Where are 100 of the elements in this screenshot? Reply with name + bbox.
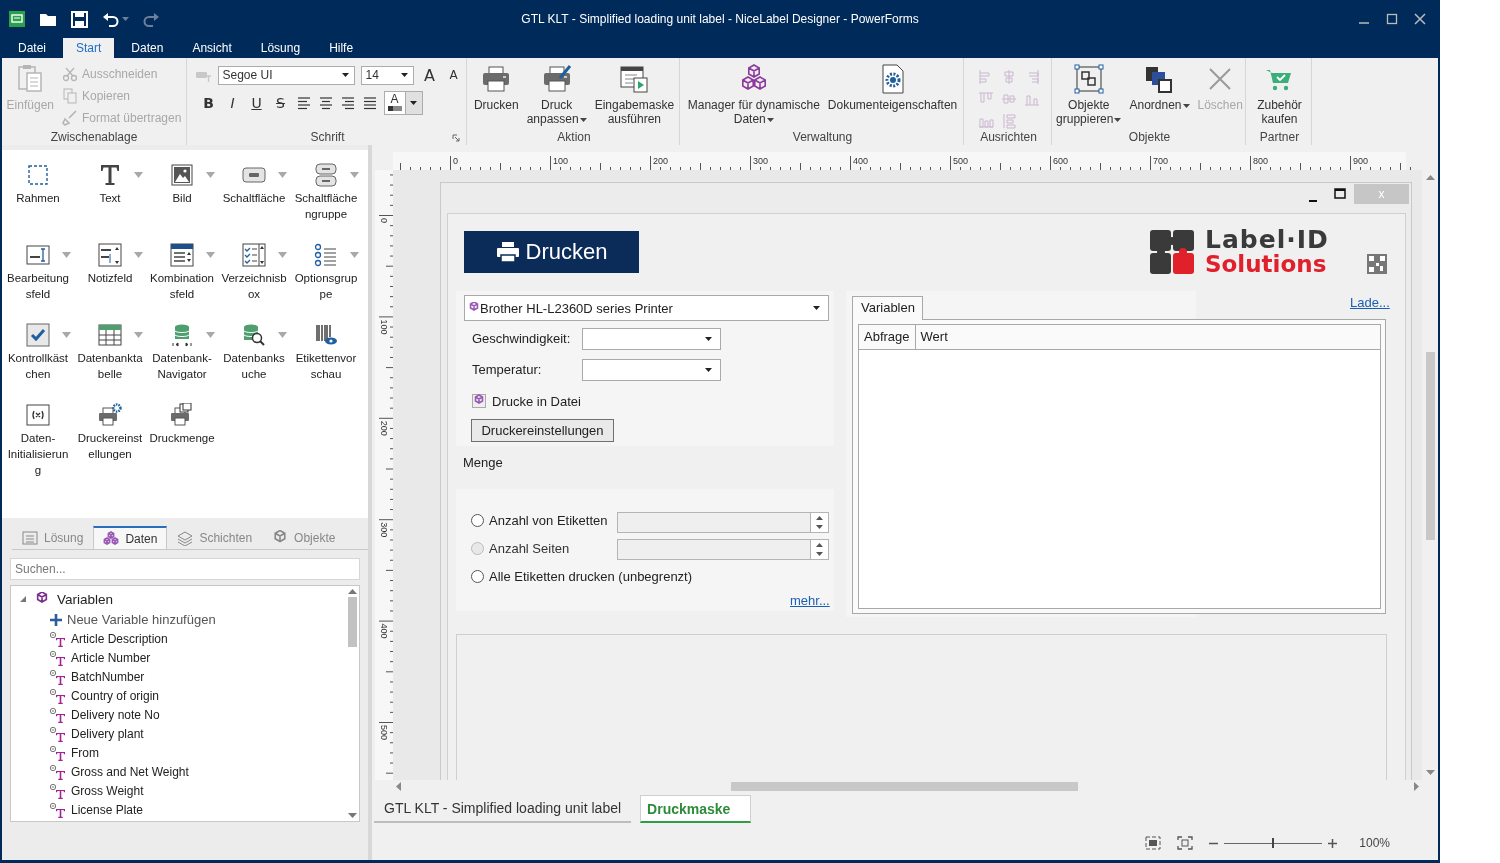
tree-item[interactable]: Article Number: [71, 650, 151, 665]
tree-item[interactable]: Neue Variable hinzufügen: [67, 612, 216, 627]
font-name-field[interactable]: Segoe UI: [217, 65, 355, 85]
load-link[interactable]: Lade...: [1350, 295, 1390, 311]
caret-icon: [206, 172, 215, 178]
tree-item[interactable]: License Plate: [71, 802, 144, 817]
dropdown-field[interactable]: [582, 328, 721, 350]
printer-settings-button[interactable]: Druckereinstellungen: [471, 419, 614, 442]
grow-font-button[interactable]: A: [419, 65, 440, 85]
expander-icon[interactable]: [19, 595, 27, 603]
toolbox-item[interactable]: Datenbanks uche: [218, 320, 290, 382]
tree-item[interactable]: BatchNumber: [71, 669, 145, 684]
toolbox-item[interactable]: Kombination sfeld: [146, 240, 218, 302]
print-button[interactable]: Drucken: [464, 231, 639, 273]
tree-item[interactable]: Gross Weight: [71, 783, 144, 798]
tree-item[interactable]: Delivery plant: [71, 726, 144, 741]
search-field[interactable]: Suchen...: [10, 558, 360, 580]
dialog-launcher-icon[interactable]: [452, 134, 460, 142]
fit-width-icon[interactable]: [1177, 836, 1194, 850]
menu-tab[interactable]: Daten: [119, 38, 176, 58]
toolbox-item[interactable]: Druckmenge: [146, 400, 218, 446]
strikethrough-button[interactable]: S: [271, 95, 290, 111]
toolbox-item[interactable]: Verzeichnisb ox: [218, 240, 290, 302]
align-right-icon[interactable]: [339, 96, 356, 110]
toolbox-item[interactable]: Datenbank- Navigator: [146, 320, 218, 382]
caret-icon: [1114, 117, 1122, 122]
scroll-thumb[interactable]: [347, 597, 357, 647]
text-variable-icon: [49, 801, 67, 818]
tree-item[interactable]: Delivery note No: [71, 707, 160, 722]
barcode-eye-icon: [314, 323, 338, 347]
document-tab[interactable]: Druckmaske: [640, 795, 752, 823]
ruler-label: 400: [853, 156, 869, 166]
arrange-button[interactable]: Anordnen: [1127, 63, 1192, 112]
menu-tab[interactable]: Ansicht: [180, 38, 244, 58]
menu-tab[interactable]: Hilfe: [317, 38, 366, 58]
toolbox-item[interactable]: Bearbeitung sfeld: [2, 240, 74, 302]
group-objects-button[interactable]: Objekte gruppieren: [1054, 63, 1124, 126]
menu-tab[interactable]: Lösung: [248, 38, 313, 58]
tree-item[interactable]: Article Description: [71, 631, 168, 646]
caret-icon: [206, 332, 215, 338]
number-field[interactable]: [617, 512, 829, 533]
document-tab[interactable]: GTL KLT - Simplified loading unit label: [374, 795, 632, 823]
close-icon[interactable]: [1414, 13, 1426, 25]
toolbox-item[interactable]: Schaltfläche: [218, 160, 290, 206]
tree-item[interactable]: Country of origin: [71, 688, 160, 703]
run-form-button[interactable]: Eingabemaske ausführen: [592, 63, 677, 126]
undo-icon[interactable]: [102, 11, 119, 27]
customize-print-button[interactable]: Druck anpassen: [524, 63, 589, 126]
ruler-label: 0: [453, 156, 458, 166]
toolbox-item[interactable]: Druckereinst ellungen: [74, 400, 146, 462]
column-header[interactable]: Wert: [915, 325, 953, 349]
variables-tab[interactable]: Variablen: [852, 296, 923, 320]
justify-icon[interactable]: [361, 96, 378, 110]
italic-button[interactable]: I: [223, 95, 242, 111]
toolbox-item[interactable]: Etikettenvor schau: [290, 320, 362, 382]
font-color-button[interactable]: A: [383, 91, 423, 115]
tree-item[interactable]: Variablen: [57, 591, 114, 607]
font-size-field[interactable]: 14: [360, 65, 414, 85]
text-variable-icon: [49, 763, 67, 780]
toolbox-item[interactable]: Text: [74, 160, 146, 206]
shrink-font-button[interactable]: A: [445, 68, 462, 82]
toolbox-item[interactable]: Datenbankta belle: [74, 320, 146, 382]
panel-tab[interactable]: Daten: [93, 526, 168, 549]
scroll-thumb[interactable]: [1425, 352, 1435, 540]
dynamic-data-button[interactable]: Manager für dynamische Daten: [685, 63, 822, 126]
toolbox-item[interactable]: Rahmen: [2, 160, 74, 206]
document-properties-button[interactable]: Dokumenteigenschaften: [825, 63, 960, 112]
menu-tab[interactable]: Datei: [6, 38, 58, 58]
scroll-thumb[interactable]: [731, 781, 1078, 791]
menu-tab[interactable]: Start: [63, 38, 115, 58]
toolbox-item[interactable]: Kontrollkäst chen: [2, 320, 74, 382]
toolbox-item[interactable]: Optionsgrup pe: [290, 240, 362, 302]
toolbox-item[interactable]: Daten- Initialisierun g: [2, 400, 74, 478]
toolbox-item[interactable]: Notizfeld: [74, 240, 146, 286]
toolbox-item[interactable]: Schaltfläche ngruppe: [290, 160, 362, 222]
scrollbar[interactable]: [345, 586, 359, 821]
printer-dropdown[interactable]: Brother HL-L2360D series Printer: [464, 295, 829, 321]
maximize-icon[interactable]: [1386, 13, 1398, 25]
align-left-icon[interactable]: [295, 96, 312, 110]
align-center-icon[interactable]: [317, 96, 334, 110]
toolbox-item[interactable]: Bild: [146, 160, 218, 206]
slider-thumb[interactable]: [1272, 837, 1275, 848]
maximize-icon[interactable]: [1334, 188, 1346, 200]
buy-accessories-button[interactable]: Zubehör kaufen: [1255, 63, 1304, 126]
underline-button[interactable]: U: [247, 95, 266, 111]
list-box-icon: [242, 243, 266, 267]
dropdown-field[interactable]: [582, 359, 721, 381]
folder-icon[interactable]: [39, 11, 57, 27]
zoom-in-icon[interactable]: [1328, 838, 1338, 848]
column-header[interactable]: Abfrage: [859, 325, 916, 349]
more-link[interactable]: mehr...: [790, 593, 830, 609]
spin-up-icon: [816, 542, 823, 547]
tree-item[interactable]: From: [71, 745, 99, 760]
tree-item[interactable]: Gross and Net Weight: [71, 764, 189, 779]
bold-button[interactable]: B: [199, 95, 218, 111]
save-icon[interactable]: [71, 10, 88, 28]
redo-icon[interactable]: [143, 11, 160, 27]
print-button[interactable]: Drucken: [471, 63, 521, 112]
app-icon[interactable]: [9, 11, 25, 27]
fit-page-icon[interactable]: [1145, 836, 1162, 850]
